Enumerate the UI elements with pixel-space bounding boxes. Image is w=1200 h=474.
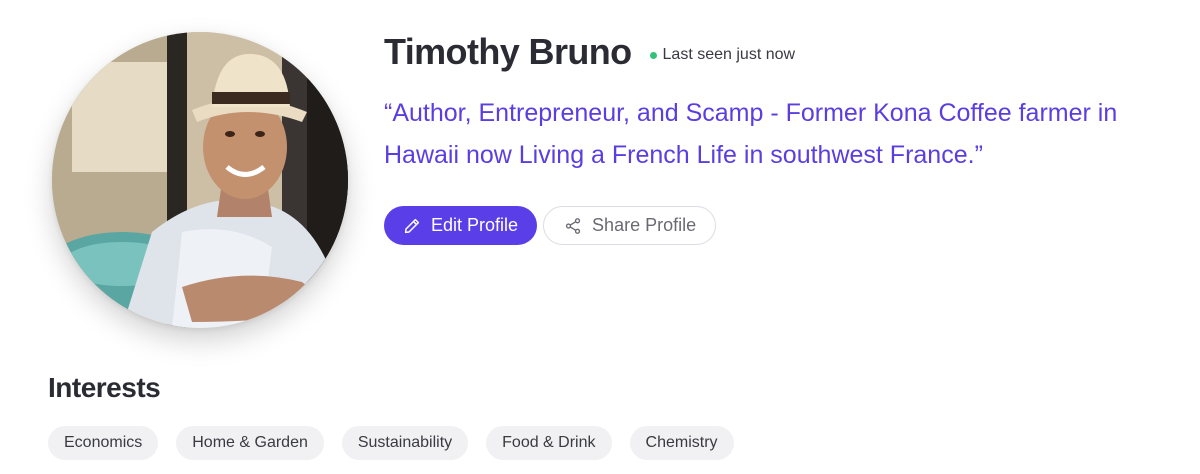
interest-tag[interactable]: Chemistry [629,426,734,460]
share-profile-label: Share Profile [592,215,697,235]
interest-tags: Economics Home & Garden Sustainability F… [48,426,734,460]
interests-heading: Interests [48,372,161,403]
bio-line: “Author, Entrepreneur, and Scamp - Forme… [384,99,1118,127]
profile-bio: “Author, Entrepreneur, and Scamp - Forme… [384,92,1200,176]
edit-profile-label: Edit Profile [431,215,519,235]
avatar [52,32,348,328]
share-profile-button[interactable]: Share Profile [543,206,717,245]
bio-line: Hawaii now Living a French Life in south… [384,141,983,169]
interest-tag[interactable]: Sustainability [341,426,469,460]
profile-header: Timothy Bruno Last seen just now [384,30,795,74]
interest-tag[interactable]: Food & Drink [486,426,612,460]
profile-actions: Edit Profile Share Profile [384,206,717,245]
pencil-icon [403,217,421,235]
online-dot-icon [649,51,657,59]
presence-status: Last seen just now [649,46,796,64]
presence-text: Last seen just now [662,46,796,63]
edit-profile-button[interactable]: Edit Profile [384,206,538,245]
interest-tag[interactable]: Economics [48,426,159,460]
profile-name: Timothy Bruno [384,31,632,72]
profile-page: Timothy Bruno Last seen just now “Author… [0,0,1200,474]
share-icon [564,217,582,235]
interest-tag[interactable]: Home & Garden [176,426,324,460]
avatar-photo [52,32,348,328]
